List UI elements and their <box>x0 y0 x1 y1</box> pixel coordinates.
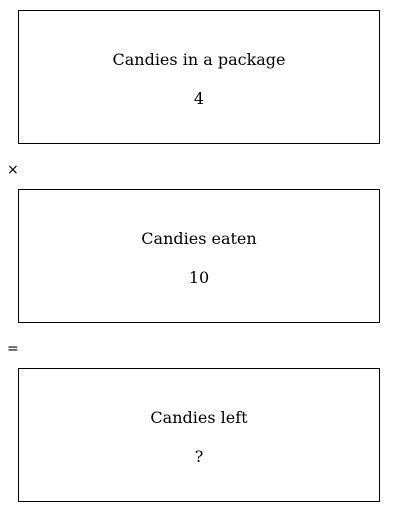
box-label-candies-eaten: Candies eaten <box>141 229 257 248</box>
box-value-candies-in-package: 4 <box>193 89 205 108</box>
candies-in-package-box: Candies in a package 4 <box>18 10 380 144</box>
box-value-candies-eaten: 10 <box>188 268 210 287</box>
box-label-candies-left: Candies left <box>150 408 248 427</box>
equals-operator: = <box>7 341 19 357</box>
multiply-operator: × <box>7 162 19 178</box>
box-label-candies-in-package: Candies in a package <box>112 50 286 69</box>
candies-eaten-box: Candies eaten 10 <box>18 189 380 323</box>
candies-left-box: Candies left ? <box>18 368 380 502</box>
box-value-candies-left: ? <box>194 447 204 466</box>
